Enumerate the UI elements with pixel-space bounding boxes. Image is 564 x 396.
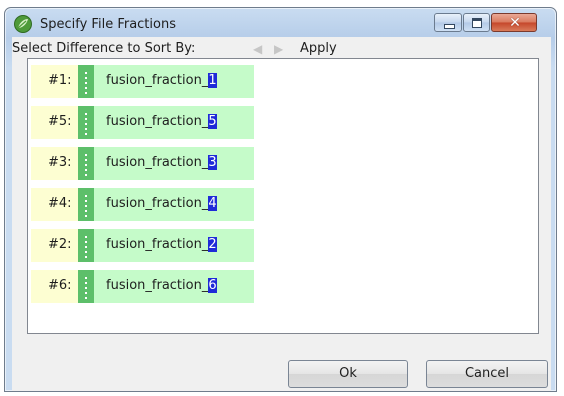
dialog-content: Select Difference to Sort By: ◀ ▶ Apply …	[12, 37, 551, 391]
fraction-number: 1	[208, 73, 217, 88]
ok-button[interactable]: Ok	[288, 360, 408, 388]
apply-button[interactable]: Apply	[300, 41, 337, 56]
fraction-name: fusion_fraction_4	[106, 196, 217, 211]
drag-handle-icon[interactable]	[78, 229, 94, 262]
fraction-name: fusion_fraction_3	[106, 155, 217, 170]
fraction-rank: #3:	[48, 155, 72, 170]
close-icon: ✕	[509, 15, 521, 31]
fraction-name: fusion_fraction_2	[106, 237, 217, 252]
fraction-name: fusion_fraction_1	[106, 73, 217, 88]
fraction-item[interactable]: #2: fusion_fraction_2	[31, 229, 254, 262]
fraction-rank: #2:	[48, 237, 72, 252]
fraction-number: 4	[208, 196, 217, 211]
fraction-rank: #6:	[48, 278, 72, 293]
fraction-item[interactable]: #4: fusion_fraction_4	[31, 188, 254, 221]
fraction-body: fusion_fraction_5	[94, 106, 254, 139]
minimize-icon	[444, 24, 455, 29]
close-button[interactable]: ✕	[491, 13, 537, 32]
drag-handle-icon[interactable]	[78, 188, 94, 221]
fraction-item[interactable]: #5: fusion_fraction_5	[31, 106, 254, 139]
minimize-button[interactable]	[434, 13, 462, 32]
app-leaf-icon	[14, 15, 32, 33]
fraction-number: 2	[208, 237, 217, 252]
next-difference-icon[interactable]: ▶	[274, 40, 283, 58]
fraction-body: fusion_fraction_1	[94, 65, 254, 98]
title-bar[interactable]: Specify File Fractions ✕	[5, 8, 556, 36]
drag-handle-icon[interactable]	[78, 65, 94, 98]
fraction-body: fusion_fraction_2	[94, 229, 254, 262]
fraction-body: fusion_fraction_6	[94, 270, 254, 303]
fraction-item[interactable]: #1: fusion_fraction_1	[31, 65, 254, 98]
fraction-rank: #4:	[48, 196, 72, 211]
fraction-body: fusion_fraction_3	[94, 147, 254, 180]
fraction-name: fusion_fraction_5	[106, 114, 217, 129]
window-title: Specify File Fractions	[40, 17, 176, 32]
fraction-body: fusion_fraction_4	[94, 188, 254, 221]
fraction-number: 5	[208, 114, 217, 129]
fraction-list: #1: fusion_fraction_1 #5: fusion_fractio…	[27, 58, 539, 334]
maximize-button[interactable]	[463, 13, 490, 32]
drag-handle-icon[interactable]	[78, 147, 94, 180]
fraction-number: 3	[208, 155, 217, 170]
fraction-item[interactable]: #6: fusion_fraction_6	[31, 270, 254, 303]
dialog-window: Specify File Fractions ✕ Select Differen…	[4, 7, 557, 392]
fraction-name: fusion_fraction_6	[106, 278, 217, 293]
drag-handle-icon[interactable]	[78, 270, 94, 303]
previous-difference-icon[interactable]: ◀	[253, 40, 262, 58]
fraction-rank: #5:	[48, 114, 72, 129]
sort-by-label: Select Difference to Sort By:	[12, 41, 196, 56]
fraction-rank: #1:	[48, 73, 72, 88]
drag-handle-icon[interactable]	[78, 106, 94, 139]
fraction-number: 6	[208, 278, 217, 293]
cancel-button[interactable]: Cancel	[426, 360, 548, 388]
maximize-icon	[472, 18, 482, 28]
fraction-item[interactable]: #3: fusion_fraction_3	[31, 147, 254, 180]
